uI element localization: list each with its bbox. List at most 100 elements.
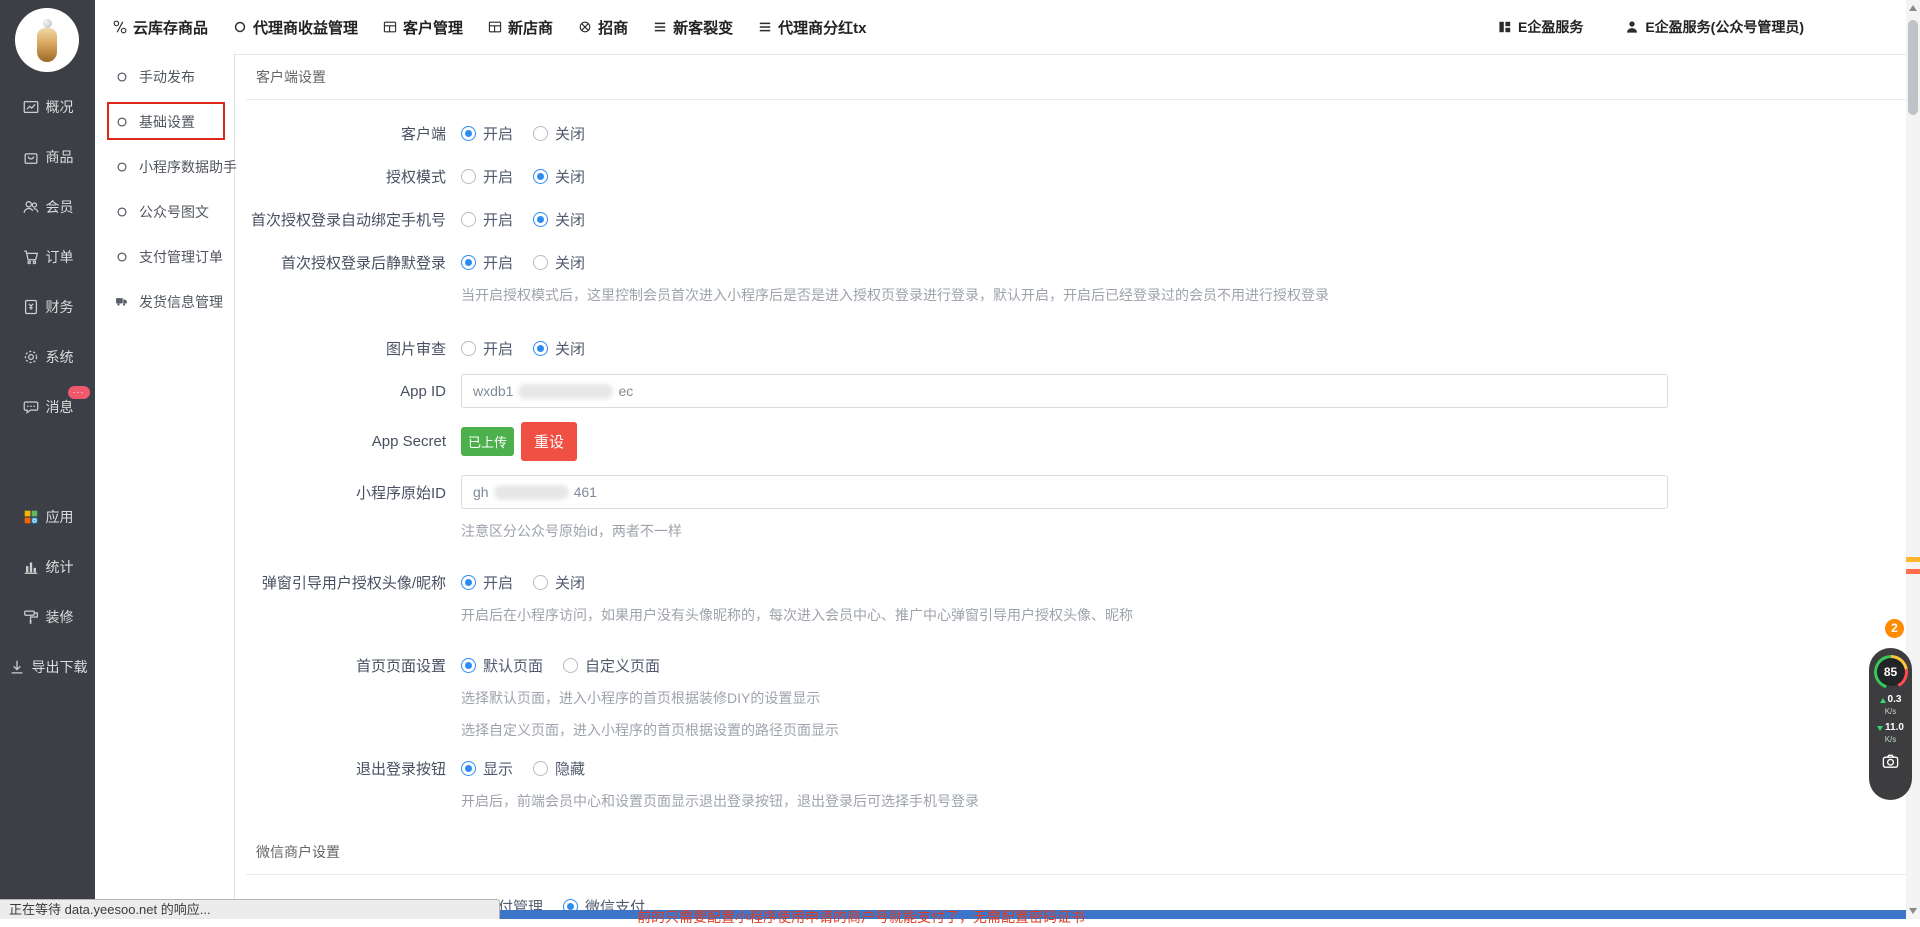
- radio-off[interactable]: [533, 255, 548, 270]
- submenu-item-公众号图文[interactable]: 公众号图文: [95, 189, 234, 234]
- topnav-item-6[interactable]: 新客裂变: [652, 17, 733, 38]
- sidebar-item-系统[interactable]: 系统: [0, 332, 95, 382]
- field-label: 首次授权登录自动绑定手机号: [235, 209, 461, 230]
- radio-on-selected[interactable]: [461, 126, 476, 141]
- section-title-client-settings: 客户端设置: [235, 54, 1906, 87]
- sidebar-item-会员[interactable]: 会员: [0, 182, 95, 232]
- radio-on-selected[interactable]: [461, 575, 476, 590]
- sidebar-item-订单[interactable]: 订单: [0, 232, 95, 282]
- original-id-input[interactable]: gh 461: [461, 475, 1668, 509]
- field-help: 开启后，前端会员中心和设置页面显示退出登录按钮，退出登录后可选择手机号登录: [461, 791, 1906, 811]
- radio-label-off[interactable]: 关闭: [555, 123, 585, 144]
- radio-label-on[interactable]: 开启: [483, 209, 513, 230]
- radio-label-off[interactable]: 关闭: [555, 252, 585, 273]
- radio-off-selected[interactable]: [533, 212, 548, 227]
- up-speed-value: 0.3: [1888, 695, 1902, 705]
- radio-on[interactable]: [461, 341, 476, 356]
- browser-status-tooltip: 正在等待 data.yeesoo.net 的响应...: [0, 899, 500, 919]
- radio-label-off[interactable]: 关闭: [555, 166, 585, 187]
- submenu-label: 发货信息管理: [139, 292, 223, 312]
- submenu-item-小程序数据助手[interactable]: 小程序数据助手: [95, 144, 234, 189]
- circle-icon: [115, 250, 129, 264]
- radio-label-on[interactable]: 开启: [483, 338, 513, 359]
- avatar[interactable]: [15, 8, 79, 72]
- score-ring[interactable]: 85: [1874, 655, 1908, 689]
- download-icon: [8, 658, 26, 676]
- topnav-item-5[interactable]: 招商: [577, 17, 628, 38]
- reset-button[interactable]: 重设: [521, 422, 577, 461]
- radio-label-on[interactable]: 开启: [483, 166, 513, 187]
- bar-chart-icon: [22, 558, 40, 576]
- sidebar-label: 应用: [46, 507, 74, 527]
- radio-hide[interactable]: [533, 761, 548, 776]
- sidebar-item-导出下载[interactable]: 导出下载: [0, 642, 95, 692]
- submenu-item-发货信息管理[interactable]: 发货信息管理: [95, 279, 234, 324]
- radio-on[interactable]: [461, 212, 476, 227]
- warning-text-2: 前的只需要配置小程序使用申请的商户号就能支付了，无需配置密码证书: [637, 907, 1085, 927]
- form-row-home-page: 首页页面设置 默认页面 自定义页面: [235, 655, 1906, 676]
- app-id-input[interactable]: wxdb1 ec: [461, 374, 1668, 408]
- main-content: 客户端设置 客户端 开启 关闭 授权模式 开启 关闭 首次授权登录自动绑定手机号…: [235, 54, 1906, 919]
- topnav-items: 云库存商品 代理商收益管理 客户管理 新店商 招商 新客裂变 代理商分红tx: [95, 17, 866, 38]
- sidebar-item-消息[interactable]: 消息···: [0, 382, 95, 432]
- radio-label-on[interactable]: 开启: [483, 252, 513, 273]
- sidebar-item-统计[interactable]: 统计: [0, 542, 95, 592]
- radio-label-off[interactable]: 关闭: [555, 572, 585, 593]
- up-speed-unit: K/s: [1885, 707, 1897, 717]
- topnav-item-2[interactable]: 代理商收益管理: [232, 17, 358, 38]
- radio-group: 开启 关闭: [461, 572, 605, 593]
- radio-on-selected[interactable]: [461, 255, 476, 270]
- sidebar-item-应用[interactable]: 应用: [0, 492, 95, 542]
- form-row-client: 客户端 开启 关闭: [235, 123, 1906, 144]
- topnav-item-7[interactable]: 代理商分红tx: [757, 17, 866, 38]
- sidebar-label: 概况: [46, 97, 74, 117]
- topnav-item-4[interactable]: 新店商: [487, 17, 553, 38]
- submenu-label: 小程序数据助手: [139, 157, 237, 177]
- submenu-item-基础设置[interactable]: 基础设置: [95, 99, 234, 144]
- radio-default-selected[interactable]: [461, 658, 476, 673]
- field-label: 客户端: [235, 123, 461, 144]
- submenu-item-支付管理订单[interactable]: 支付管理订单: [95, 234, 234, 279]
- paint-roller-icon: [22, 608, 40, 626]
- topnav-item-3[interactable]: 客户管理: [382, 17, 463, 38]
- topnav-right-item-1[interactable]: E企盈服务: [1497, 17, 1583, 37]
- scrollbar-down-arrow-icon[interactable]: [1909, 908, 1917, 914]
- field-help: 开启后在小程序访问，如果用户没有头像昵称的，每次进入会员中心、推广中心弹窗引导用…: [461, 605, 1906, 625]
- radio-label-default[interactable]: 默认页面: [483, 655, 543, 676]
- radio-label-off[interactable]: 关闭: [555, 338, 585, 359]
- radio-label-show[interactable]: 显示: [483, 758, 513, 779]
- field-label: 弹窗引导用户授权头像/昵称: [235, 572, 461, 593]
- screenshot-camera-icon[interactable]: [1881, 752, 1900, 771]
- grid-icon: [487, 19, 503, 35]
- submenu-item-手动发布[interactable]: 手动发布: [95, 54, 234, 99]
- radio-label-off[interactable]: 关闭: [555, 209, 585, 230]
- radio-show-selected[interactable]: [461, 761, 476, 776]
- sidebar-item-商品[interactable]: 商品: [0, 132, 95, 182]
- sidebar-item-财务[interactable]: 财务: [0, 282, 95, 332]
- radio-off-selected[interactable]: [533, 341, 548, 356]
- radio-label-on[interactable]: 开启: [483, 572, 513, 593]
- radio-off[interactable]: [533, 575, 548, 590]
- radio-custom[interactable]: [563, 658, 578, 673]
- network-monitor-widget[interactable]: 85 0.3 K/s 11.0 K/s: [1869, 648, 1912, 800]
- submenu-label: 手动发布: [139, 67, 195, 87]
- scrollbar-thumb[interactable]: [1908, 20, 1918, 115]
- down-arrow-icon: [1877, 726, 1883, 731]
- circle-icon: [115, 115, 129, 129]
- scrollbar-up-arrow-icon[interactable]: [1909, 5, 1917, 11]
- topnav-right-item-2[interactable]: E企盈服务(公众号管理员): [1624, 17, 1804, 37]
- radio-group: 开启 关闭: [461, 123, 605, 144]
- monitor-notification-badge[interactable]: 2: [1885, 619, 1904, 638]
- perfume-bottle-image: [37, 28, 57, 62]
- radio-label-on[interactable]: 开启: [483, 123, 513, 144]
- sidebar-item-概况[interactable]: 概况: [0, 82, 95, 132]
- radio-off[interactable]: [533, 126, 548, 141]
- radio-label-custom[interactable]: 自定义页面: [585, 655, 660, 676]
- radio-label-hide[interactable]: 隐藏: [555, 758, 585, 779]
- radio-off-selected[interactable]: [533, 169, 548, 184]
- sidebar-item-装修[interactable]: 装修: [0, 592, 95, 642]
- radio-on[interactable]: [461, 169, 476, 184]
- field-label: 授权模式: [235, 166, 461, 187]
- field-label: App ID: [235, 383, 461, 400]
- topnav-item-1[interactable]: 云库存商品: [112, 17, 208, 38]
